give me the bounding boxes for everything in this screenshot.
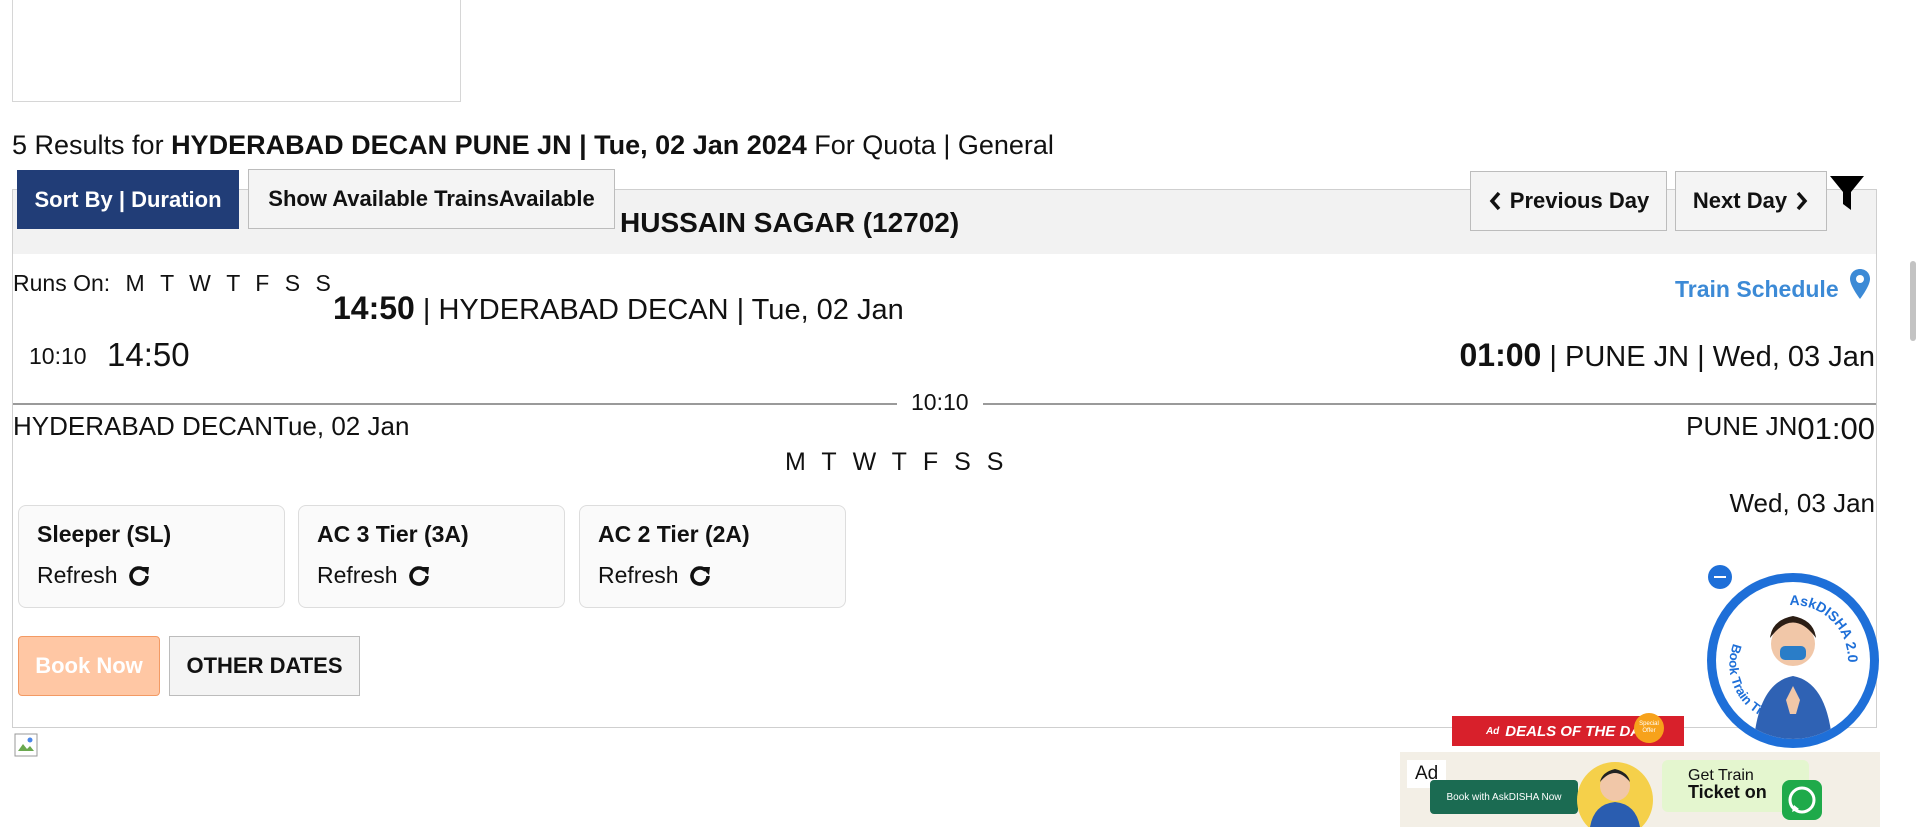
- to-station-time: 01:00: [1797, 411, 1875, 446]
- class-card-3a[interactable]: AC 3 Tier (3A) Refresh: [298, 505, 565, 608]
- show-available-trains-button[interactable]: Show Available TrainsAvailable: [248, 169, 615, 229]
- next-day-label: Next Day: [1692, 188, 1788, 213]
- run-day: T: [821, 448, 837, 476]
- class-name: AC 2 Tier (2A): [598, 521, 750, 547]
- run-day: F: [255, 270, 270, 296]
- to-station: PUNE JN01:00: [1686, 411, 1875, 447]
- run-day: M: [785, 448, 806, 476]
- map-pin-icon[interactable]: [1849, 268, 1871, 300]
- departure-station-date: | HYDERABAD DECAN | Tue, 02 Jan: [414, 294, 904, 326]
- refresh-icon: [408, 565, 429, 586]
- arrival-info: 01:00 | PUNE JN | Wed, 03 Jan: [1460, 337, 1876, 374]
- duration-small: 10:10: [29, 343, 87, 369]
- refresh-icon: [128, 565, 149, 586]
- page-scrollbar-thumb[interactable]: [1910, 261, 1916, 341]
- run-day: S: [284, 270, 301, 296]
- askdisha-minimize-button[interactable]: [1708, 565, 1732, 589]
- train-name[interactable]: HUSSAIN SAGAR (12702): [620, 207, 959, 239]
- filter-icon[interactable]: [1829, 174, 1865, 214]
- run-day: W: [852, 448, 877, 476]
- sort-by-duration-button[interactable]: Sort By | Duration: [17, 170, 239, 229]
- class-name: Sleeper (SL): [37, 521, 172, 547]
- deals-label: DEALS OF THE DAY: [1505, 722, 1651, 740]
- to-station-name: PUNE JN: [1686, 411, 1798, 441]
- chevron-right-icon: [1796, 191, 1808, 211]
- ad-book-with-disha[interactable]: Book with AskDISHA Now: [1430, 780, 1578, 814]
- journey-duration: 10:10: [897, 389, 983, 416]
- refresh-label: Refresh: [37, 562, 118, 588]
- runs-on: Runs On: M T W T F S S: [13, 270, 331, 297]
- arrival-time: 01:00: [1459, 337, 1542, 373]
- refresh-button[interactable]: Refresh: [317, 562, 432, 589]
- askdisha-avatar-icon: AskDISHA 2.0 Book Train Ticket: [1726, 592, 1861, 739]
- top-image-placeholder: [12, 0, 461, 102]
- special-offer-badge: Special Offer: [1634, 713, 1664, 743]
- class-name: AC 3 Tier (3A): [317, 521, 469, 547]
- run-day: T: [891, 448, 907, 476]
- run-day: W: [189, 270, 211, 296]
- askdisha-chat-widget[interactable]: AskDISHA 2.0 Book Train Ticket: [1707, 573, 1879, 748]
- disha-avatar-icon: [1577, 762, 1653, 827]
- next-day-button[interactable]: Next Day: [1675, 171, 1827, 231]
- class-card-2a[interactable]: AC 2 Tier (2A) Refresh: [579, 505, 846, 608]
- arrival-date: Wed, 03 Jan: [1729, 488, 1875, 518]
- departure-time-secondary: 14:50: [107, 336, 190, 373]
- askdisha-inner: AskDISHA 2.0 Book Train Ticket: [1716, 582, 1870, 739]
- run-day: T: [226, 270, 240, 296]
- run-day: S: [986, 448, 1004, 476]
- previous-day-button[interactable]: Previous Day: [1470, 171, 1667, 231]
- arrival-station-date: | PUNE JN | Wed, 03 Jan: [1541, 341, 1875, 373]
- chevron-left-icon: [1489, 191, 1501, 211]
- run-day: M: [125, 270, 145, 296]
- whatsapp-icon[interactable]: [1782, 780, 1822, 820]
- departure-info: 14:50 | HYDERABAD DECAN | Tue, 02 Jan: [333, 290, 904, 327]
- from-station: HYDERABAD DECANTue, 02 Jan: [13, 411, 410, 441]
- previous-day-label: Previous Day: [1509, 188, 1650, 213]
- deals-ad-prefix: Ad: [1485, 725, 1500, 737]
- departure-time: 14:50: [333, 290, 415, 326]
- refresh-button[interactable]: Refresh: [598, 562, 713, 589]
- refresh-label: Refresh: [598, 562, 679, 588]
- run-day: S: [315, 270, 331, 296]
- class-card-sl[interactable]: Sleeper (SL) Refresh: [18, 505, 285, 608]
- results-summary: 5 Results for HYDERABAD DECAN PUNE JN | …: [12, 130, 1054, 160]
- refresh-icon: [689, 565, 710, 586]
- run-day: T: [160, 270, 174, 296]
- run-day: F: [922, 448, 939, 476]
- refresh-label: Refresh: [317, 562, 398, 588]
- broken-image-icon: [14, 733, 38, 757]
- book-now-button[interactable]: Book Now: [18, 636, 160, 696]
- refresh-button[interactable]: Refresh: [37, 562, 152, 589]
- run-days-secondary: M T W T F S S: [785, 448, 1012, 477]
- runs-on-label: Runs On:: [13, 270, 111, 296]
- run-day: S: [954, 448, 971, 476]
- other-dates-button[interactable]: OTHER DATES: [169, 636, 360, 696]
- train-schedule-link[interactable]: Train Schedule: [1675, 276, 1839, 303]
